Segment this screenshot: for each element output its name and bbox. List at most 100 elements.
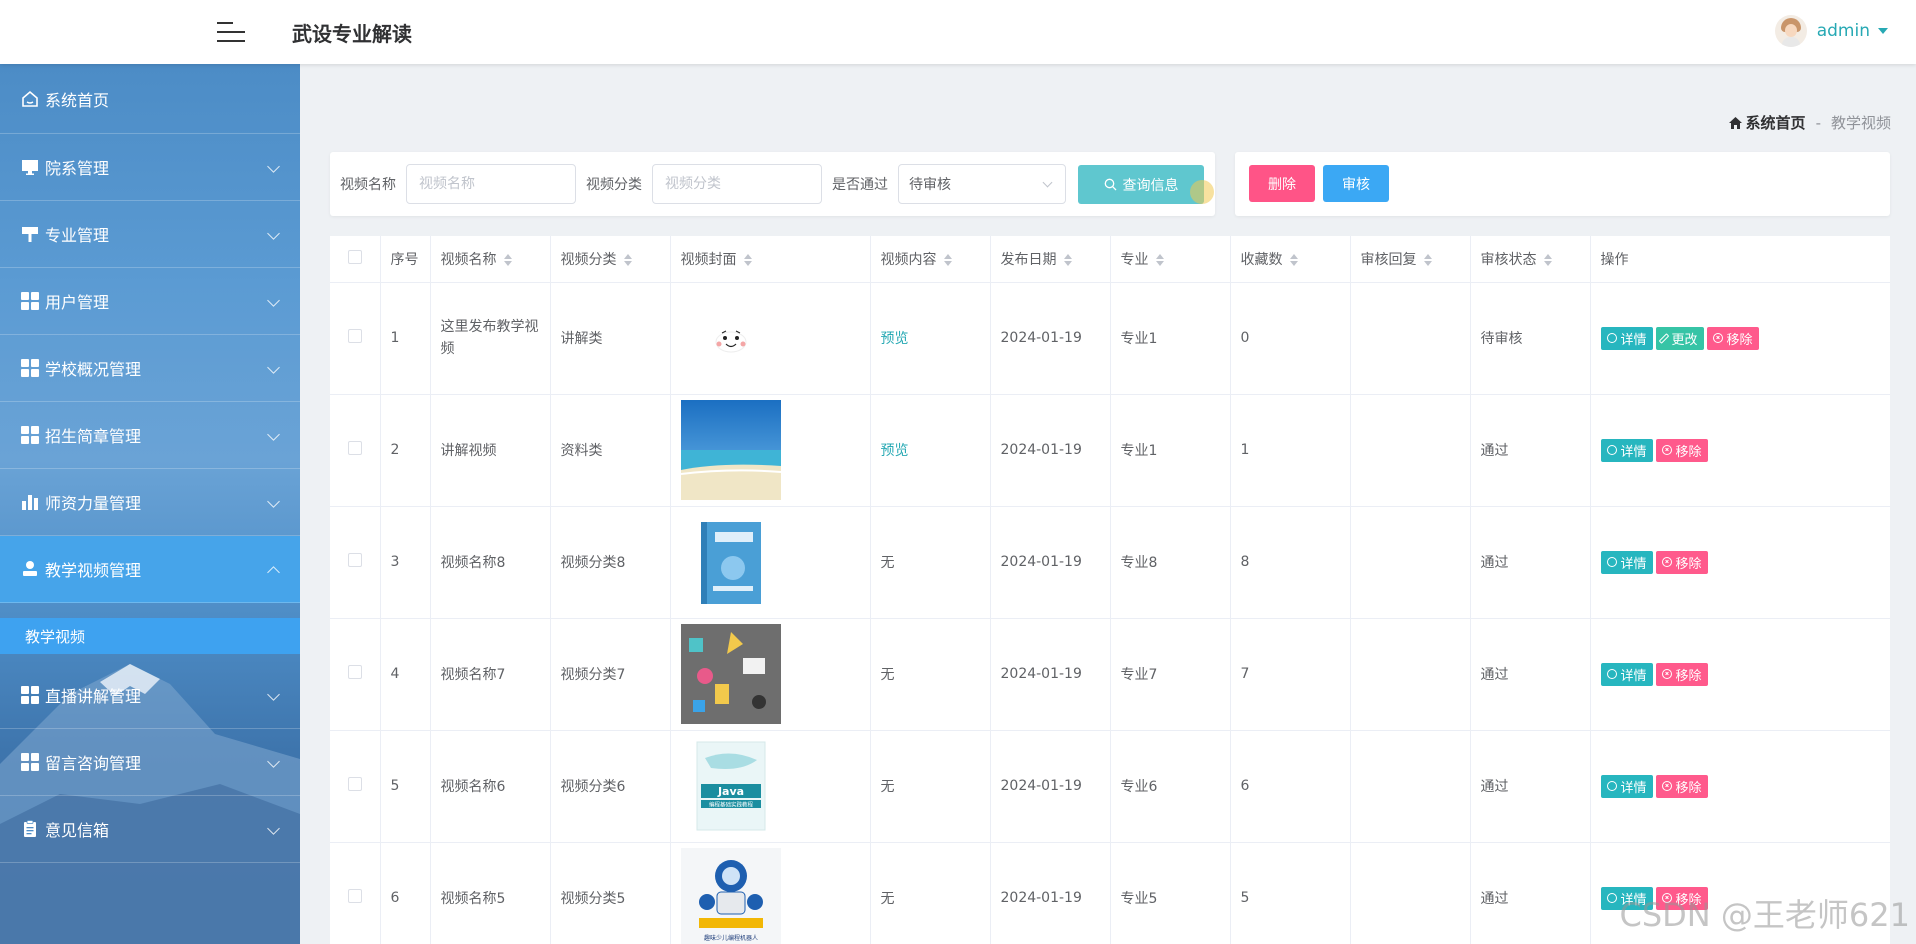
chevron-down-icon xyxy=(1042,177,1053,188)
column-header: 发布日期 xyxy=(1000,251,1057,268)
row-checkbox[interactable] xyxy=(347,553,362,567)
favorites-count: 6 xyxy=(1230,730,1351,843)
table-header-row: 序号 视频名称 视频分类 视频封面 视频内容 发布日期 专业 收藏数 审核回复 … xyxy=(330,236,1890,283)
row-checkbox[interactable] xyxy=(347,329,362,343)
sidebar-item-major[interactable]: 专业管理 xyxy=(0,201,300,268)
video-category: 视频分类6 xyxy=(550,730,671,843)
approved-select[interactable]: 待审核 xyxy=(898,164,1066,204)
sidebar-item-label: 院系管理 xyxy=(45,159,110,178)
remove-button[interactable]: 移除 xyxy=(1655,438,1708,462)
sidebar-subitem-teaching-video[interactable]: 教学视频 xyxy=(0,618,300,654)
preview-link[interactable]: 预览 xyxy=(881,331,909,347)
detail-button[interactable]: 详情 xyxy=(1600,550,1653,574)
video-category: 视频分类5 xyxy=(550,842,671,944)
sidebar-item-users[interactable]: 用户管理 xyxy=(0,268,300,335)
sort-icon[interactable] xyxy=(943,253,952,266)
delete-button[interactable]: 删除 xyxy=(1249,165,1315,202)
publish-date: 2024-01-19 xyxy=(990,394,1111,507)
sidebar-item-messages[interactable]: 留言咨询管理 xyxy=(0,729,300,796)
detail-button[interactable]: 详情 xyxy=(1600,326,1653,350)
search-icon xyxy=(1606,445,1617,455)
video-table: 序号 视频名称 视频分类 视频封面 视频内容 发布日期 专业 收藏数 审核回复 … xyxy=(330,236,1890,944)
sidebar-item-teaching-video[interactable]: 教学视频管理 xyxy=(0,536,300,603)
table-row: 2 讲解视频 资料类 预览 2024-01-19 专业1 1 通过 详情 移除 xyxy=(330,394,1890,507)
sidebar-item-label: 招生简章管理 xyxy=(45,427,142,446)
major: 专业5 xyxy=(1110,842,1231,944)
video-category: 资料类 xyxy=(550,394,671,507)
row-checkbox[interactable] xyxy=(347,889,362,903)
sidebar-item-home[interactable]: 系统首页 xyxy=(0,64,300,134)
column-header: 视频分类 xyxy=(560,251,617,268)
menu-toggle-icon[interactable] xyxy=(217,20,245,44)
submenu-teaching-video: 教学视频 xyxy=(0,603,300,662)
column-header: 收藏数 xyxy=(1240,251,1283,268)
favorites-count: 8 xyxy=(1230,506,1351,619)
detail-button[interactable]: 详情 xyxy=(1600,774,1653,798)
column-header: 视频内容 xyxy=(880,251,937,268)
remove-button[interactable]: 移除 xyxy=(1655,550,1708,574)
sidebar-item-live[interactable]: 直播讲解管理 xyxy=(0,662,300,729)
signpost-icon xyxy=(20,224,40,244)
remove-button[interactable]: 移除 xyxy=(1655,774,1708,798)
detail-button[interactable]: 详情 xyxy=(1600,662,1653,686)
sort-icon[interactable] xyxy=(503,253,512,266)
top-header: 武设专业解读 admin xyxy=(0,0,1916,64)
app-title: 武设专业解读 xyxy=(292,22,412,46)
sort-icon[interactable] xyxy=(1155,253,1164,266)
major: 专业7 xyxy=(1110,618,1231,731)
edit-button[interactable]: 更改 xyxy=(1655,326,1704,350)
sidebar-item-feedback[interactable]: 意见信箱 xyxy=(0,796,300,863)
row-checkbox[interactable] xyxy=(347,665,362,679)
favorites-count: 7 xyxy=(1230,618,1351,731)
sidebar-item-admissions[interactable]: 招生简章管理 xyxy=(0,402,300,469)
audit-status: 通过 xyxy=(1470,394,1591,507)
search-icon xyxy=(1606,333,1617,343)
approved-select-value: 待审核 xyxy=(909,177,951,193)
row-checkbox[interactable] xyxy=(347,441,362,455)
sidebar-item-label: 用户管理 xyxy=(45,293,110,312)
robot-book-subtitle: 趣味少儿编程机器人 xyxy=(703,934,757,942)
clipboard-icon xyxy=(20,819,40,839)
sort-icon[interactable] xyxy=(1423,253,1432,266)
major: 专业8 xyxy=(1110,506,1231,619)
chevron-down-icon xyxy=(267,361,280,374)
row-index: 2 xyxy=(380,394,431,507)
sort-icon[interactable] xyxy=(743,253,752,266)
edit-button-label: 更改 xyxy=(1671,332,1698,348)
sidebar-item-department[interactable]: 院系管理 xyxy=(0,134,300,201)
bar-chart-icon xyxy=(20,492,40,512)
select-all-checkbox[interactable] xyxy=(347,249,362,264)
favorites-count: 0 xyxy=(1230,282,1351,395)
sidebar-item-label: 意见信箱 xyxy=(45,821,110,840)
query-button[interactable]: 查询信息 xyxy=(1078,165,1204,204)
chevron-up-icon xyxy=(267,566,280,579)
remove-button[interactable]: 移除 xyxy=(1655,662,1708,686)
row-checkbox[interactable] xyxy=(347,777,362,791)
preview-link[interactable]: 预览 xyxy=(881,443,909,459)
sort-icon[interactable] xyxy=(1543,253,1552,266)
username: admin xyxy=(1816,21,1870,41)
detail-button[interactable]: 详情 xyxy=(1600,438,1653,462)
action-panel: 删除 审核 xyxy=(1235,152,1890,216)
remove-button[interactable]: 移除 xyxy=(1706,326,1759,350)
column-header: 序号 xyxy=(390,251,419,268)
audit-status: 通过 xyxy=(1470,618,1591,731)
sidebar-item-label: 教学视频管理 xyxy=(45,561,142,580)
video-category-input[interactable] xyxy=(652,164,822,204)
user-menu[interactable]: admin xyxy=(1774,14,1888,48)
close-circle-icon xyxy=(1661,669,1672,679)
video-content: 无 xyxy=(870,506,991,619)
breadcrumb-home[interactable]: 系统首页 xyxy=(1746,112,1806,133)
chevron-down-icon xyxy=(267,160,280,173)
video-name-input[interactable] xyxy=(406,164,576,204)
audit-button[interactable]: 审核 xyxy=(1323,165,1389,202)
table-row: 4 视频名称7 视频分类7 无 2024-01-19 专业7 7 通过 详情 移… xyxy=(330,618,1890,731)
table-row: 3 视频名称8 视频分类8 无 2024-01-19 专业8 8 通过 详情 移… xyxy=(330,506,1890,619)
sort-icon[interactable] xyxy=(1289,253,1298,266)
sort-icon[interactable] xyxy=(623,253,632,266)
chevron-down-icon xyxy=(267,755,280,768)
sort-icon[interactable] xyxy=(1063,253,1072,266)
sidebar-item-faculty[interactable]: 师资力量管理 xyxy=(0,469,300,536)
remove-button-label: 移除 xyxy=(1726,332,1753,348)
sidebar-item-school-overview[interactable]: 学校概况管理 xyxy=(0,335,300,402)
